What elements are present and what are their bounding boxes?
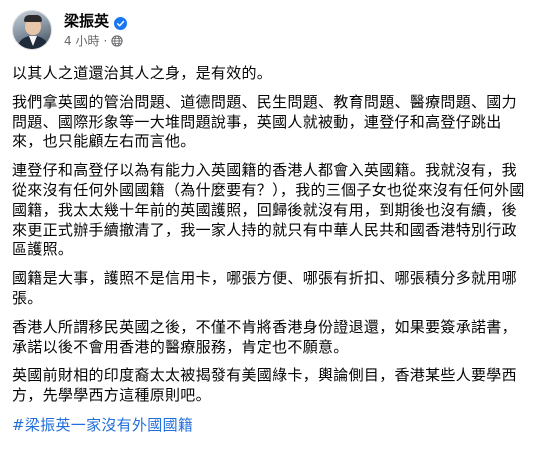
- post-header: 梁振英 4 小時 ·: [12, 10, 529, 58]
- post-paragraph: 香港人所謂移民英國之後，不僅不肯將香港身份證退還，如果要簽承諾書，承諾以後不會用…: [12, 317, 517, 356]
- post-meta: 4 小時 ·: [64, 33, 123, 49]
- meta-separator: ·: [103, 34, 108, 48]
- post-paragraph: 我們拿英國的管治問題、道德問題、民生問題、教育問題、醫療問題、國力問題、國際形象…: [12, 92, 517, 151]
- author-row: 梁振英: [64, 11, 128, 31]
- hashtag-link[interactable]: #梁振英一家沒有外國國籍: [12, 415, 532, 435]
- post-paragraph: 英國前財相的印度裔太太被揭發有美國綠卡，輿論側目，香港某些人要學西方，先學學西方…: [12, 366, 517, 405]
- avatar[interactable]: [12, 10, 52, 50]
- verified-badge-icon: [114, 15, 128, 30]
- globe-icon[interactable]: [111, 35, 123, 47]
- post-body: 以其人之道還治其人之身，是有效的。 我們拿英國的管治問題、道德問題、民生問題、教…: [12, 64, 532, 435]
- avatar-hair-shape: [24, 15, 42, 22]
- post-timestamp[interactable]: 4 小時: [64, 33, 99, 49]
- facebook-post: 梁振英 4 小時 · 以其人之道還治其人之身，是有效的。 我們拿英國的管治問題、…: [0, 0, 541, 471]
- author-name[interactable]: 梁振英: [64, 11, 109, 31]
- post-paragraph: 國籍是大事，護照不是信用卡，哪張方便、哪張有折扣、哪張積分多就用哪張。: [12, 269, 517, 307]
- post-paragraph: 連登仔和高登仔以為有能力入英國籍的香港人都會入英國籍。我就沒有，我從來沒有任何外…: [12, 161, 525, 259]
- post-paragraph: 以其人之道還治其人之身，是有效的。: [12, 64, 273, 82]
